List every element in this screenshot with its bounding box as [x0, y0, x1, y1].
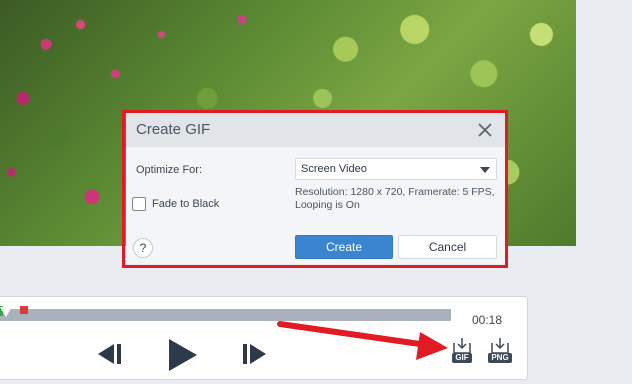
play-icon [169, 339, 197, 371]
timeline-track[interactable] [0, 309, 451, 321]
step-forward-button[interactable] [240, 341, 270, 367]
time-readout: 00:18 [472, 313, 503, 327]
optimize-for-value: Screen Video [301, 163, 367, 175]
step-forward-icon [243, 344, 266, 364]
cancel-button[interactable]: Cancel [398, 235, 497, 259]
png-badge: PNG [488, 353, 512, 363]
step-back-button[interactable] [94, 341, 124, 367]
fade-to-black-option[interactable]: Fade to Black [132, 197, 219, 211]
info-line-2: Looping is On [295, 199, 360, 211]
step-back-icon [98, 344, 121, 364]
close-button[interactable] [475, 120, 495, 140]
chevron-down-icon [480, 167, 490, 173]
playhead[interactable] [0, 307, 12, 317]
end-marker[interactable] [20, 306, 28, 314]
info-line-1: Resolution: 1280 x 720, Framerate: 5 FPS… [295, 186, 495, 198]
close-icon [478, 123, 492, 137]
create-button[interactable]: Create [295, 235, 393, 259]
gif-badge: GIF [452, 353, 472, 363]
gif-settings-info: Resolution: 1280 x 720, Framerate: 5 FPS… [295, 186, 500, 212]
help-button[interactable]: ? [133, 238, 153, 258]
dialog-header: Create GIF [126, 113, 505, 147]
player-panel: 00:18 GIF PNG [0, 296, 528, 380]
optimize-for-select[interactable]: Screen Video [295, 158, 497, 180]
optimize-for-label: Optimize For: [136, 164, 203, 176]
export-gif-button[interactable]: GIF [448, 337, 476, 367]
export-png-button[interactable]: PNG [486, 337, 514, 367]
create-gif-dialog: Create GIF Optimize For: Screen Video Re… [126, 113, 505, 264]
fade-to-black-label: Fade to Black [152, 198, 220, 210]
play-button[interactable] [162, 335, 202, 375]
dialog-title: Create GIF [136, 121, 211, 138]
fade-to-black-checkbox[interactable] [132, 197, 146, 211]
